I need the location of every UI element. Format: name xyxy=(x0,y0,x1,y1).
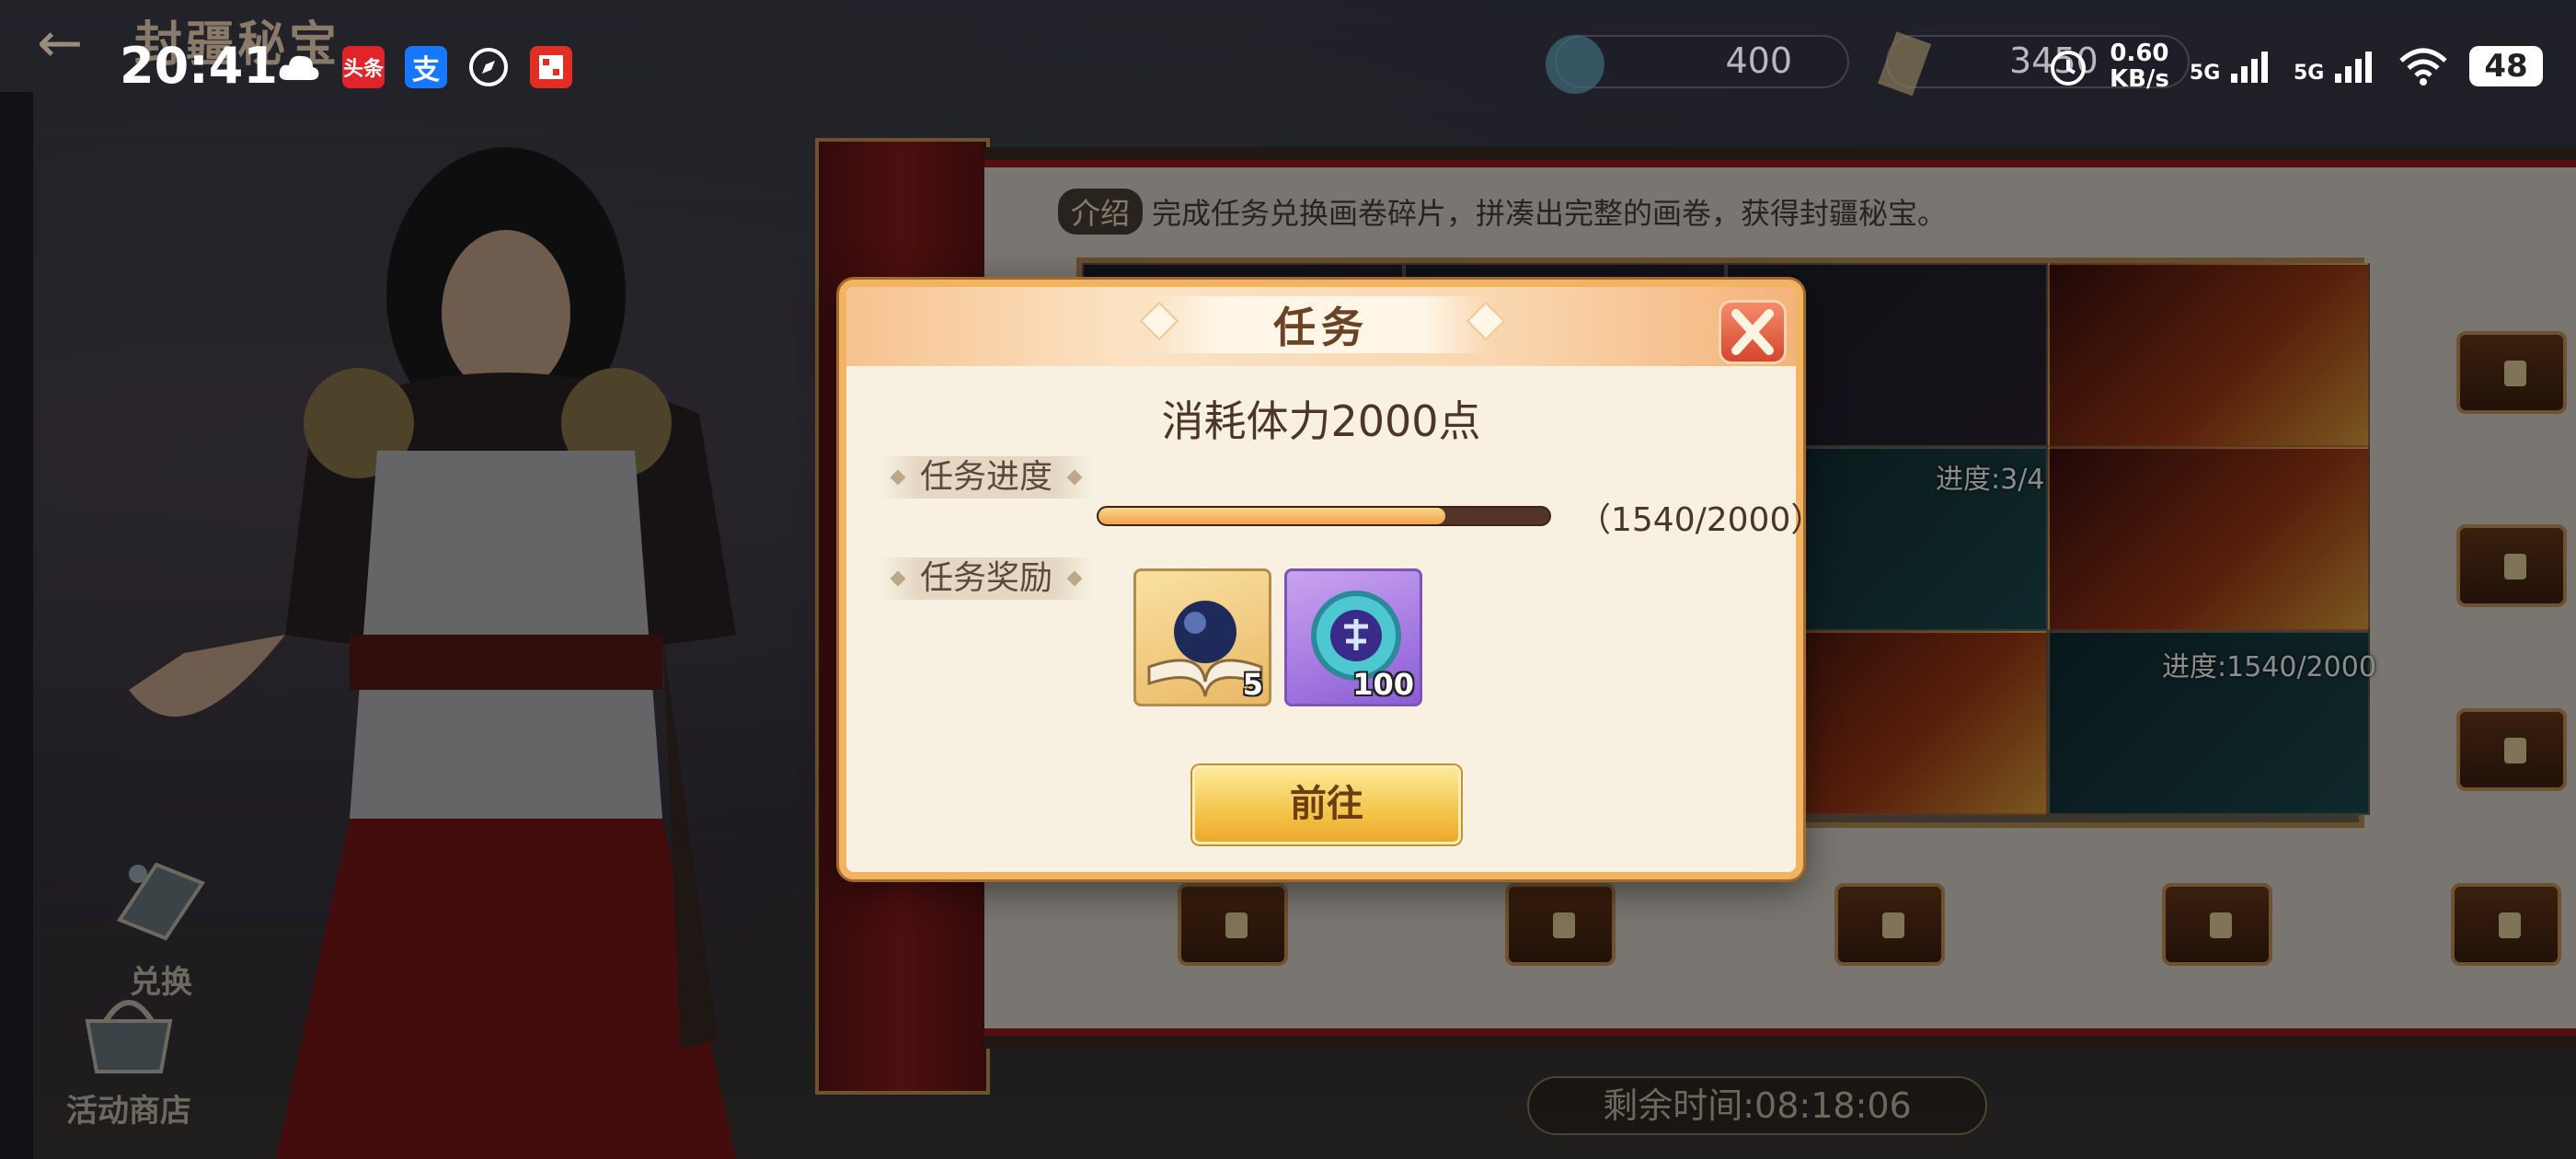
dialog-title: 任务 xyxy=(1273,303,1369,352)
scroll-currency-icon xyxy=(1878,31,1932,97)
currency-bar-token: 400 xyxy=(1546,35,1849,94)
wifi-icon xyxy=(2399,48,2447,86)
task-progress-bar xyxy=(1097,506,1551,526)
screen-edge xyxy=(0,92,33,1159)
signal-strength-icon: 5G xyxy=(2190,48,2273,85)
network-speed: 0.60 KB/s xyxy=(2109,40,2169,93)
progress-section-label: 任务进度 xyxy=(880,456,1094,499)
reward-section-label: 任务奖励 xyxy=(880,557,1094,600)
signal-strength-icon: 5G xyxy=(2294,48,2377,85)
close-icon xyxy=(1731,309,1774,355)
task-dialog: 任务 消耗体力2000点 任务进度 （1540/2000） 任务奖励 5 100… xyxy=(839,280,1823,879)
go-button[interactable]: 前往 xyxy=(1192,765,1461,844)
back-arrow-icon[interactable]: ← xyxy=(37,11,83,75)
toutiao-icon: 头条 xyxy=(342,46,385,88)
compass-icon xyxy=(469,48,508,86)
cloud-icon xyxy=(279,55,319,80)
reward-count: 100 xyxy=(1352,667,1414,702)
status-app-icons: 头条 支 xyxy=(276,46,572,88)
token-currency-icon xyxy=(1546,35,1604,94)
task-progress-fill xyxy=(1098,508,1446,524)
close-button[interactable] xyxy=(1719,300,1787,364)
status-time: 20:41 xyxy=(120,37,278,95)
battery-level: 48 xyxy=(2469,46,2543,86)
task-progress-text: （1540/2000） xyxy=(1578,501,1824,539)
reward-item[interactable]: 100 xyxy=(1284,568,1422,706)
dialog-header: 任务 xyxy=(846,287,1796,366)
pinduoduo-icon xyxy=(530,46,572,88)
reward-item[interactable]: 5 xyxy=(1133,568,1271,706)
currency-value: 400 xyxy=(1725,40,1792,81)
system-status-icons: 0.60 KB/s 5G 5G 48 xyxy=(2047,40,2543,92)
task-description: 消耗体力2000点 xyxy=(1161,396,1481,446)
alarm-clock-icon xyxy=(2050,51,2086,86)
reward-count: 5 xyxy=(1242,667,1263,702)
alipay-icon: 支 xyxy=(405,46,447,88)
